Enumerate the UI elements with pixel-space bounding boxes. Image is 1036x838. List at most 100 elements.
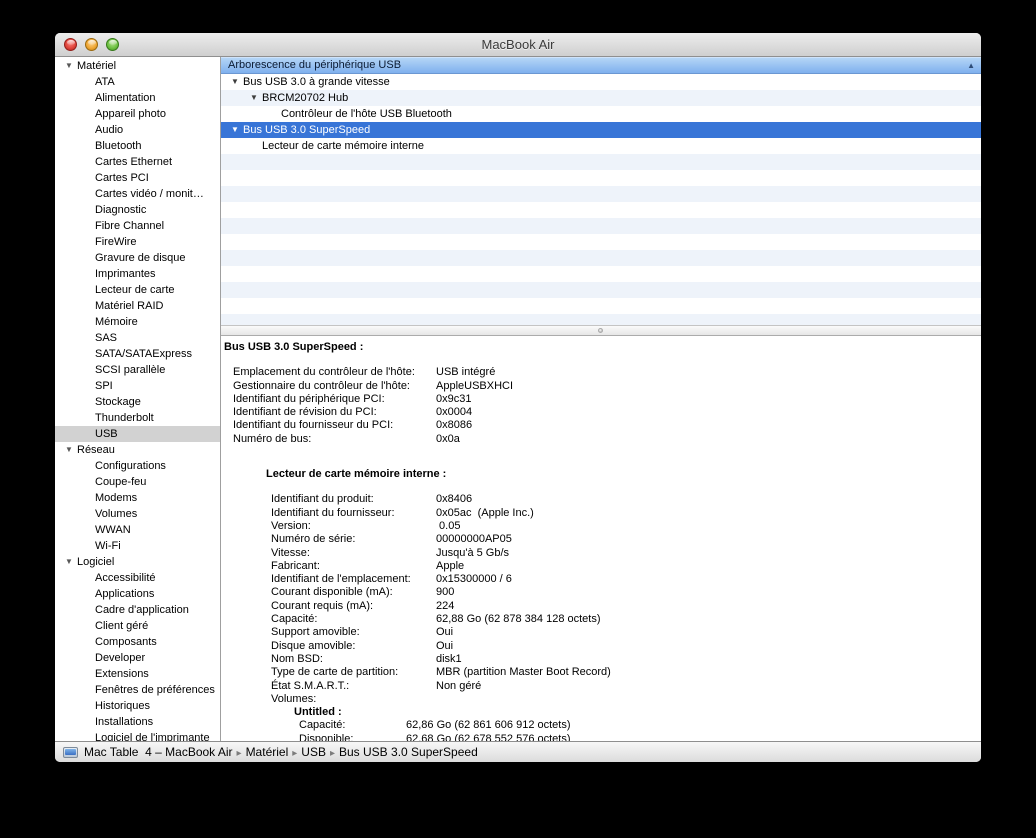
sidebar-item-fibre-channel[interactable]: Fibre Channel	[55, 218, 220, 234]
breadcrumb-segment[interactable]: Matériel	[246, 745, 289, 759]
sidebar-item-sata-sataexpress[interactable]: SATA/SATAExpress	[55, 346, 220, 362]
sidebar-item-spi[interactable]: SPI	[55, 378, 220, 394]
sidebar-item-appareil-photo[interactable]: Appareil photo	[55, 106, 220, 122]
sidebar-item-wi-fi[interactable]: Wi-Fi	[55, 538, 220, 554]
sidebar-item-cartes-vid-o-monit-[interactable]: Cartes vidéo / monit…	[55, 186, 220, 202]
disclosure-triangle-icon[interactable]: ▼	[65, 442, 77, 458]
system-information-window: MacBook Air ▼MatérielATAAlimentationAppa…	[55, 33, 981, 762]
sidebar-item-cartes-pci[interactable]: Cartes PCI	[55, 170, 220, 186]
disclosure-triangle-icon[interactable]: ▼	[250, 90, 262, 106]
sidebar-item-lecteur-de-carte[interactable]: Lecteur de carte	[55, 282, 220, 298]
sidebar-item-gravure-de-disque[interactable]: Gravure de disque	[55, 250, 220, 266]
usb-tree-column-title: Arborescence du périphérique USB	[228, 59, 401, 71]
details-row: Vitesse:Jusqu'à 5 Gb/s	[221, 547, 981, 560]
sidebar-item-accessibilit-[interactable]: Accessibilité	[55, 570, 220, 586]
details-value: AppleUSBXHCI	[436, 380, 513, 393]
sidebar-item-imprimantes[interactable]: Imprimantes	[55, 266, 220, 282]
sidebar-item-audio[interactable]: Audio	[55, 122, 220, 138]
sidebar-item-extensions[interactable]: Extensions	[55, 666, 220, 682]
disclosure-triangle-icon[interactable]: ▼	[231, 122, 243, 138]
details-row: Identifiant du fournisseur du PCI:0x8086	[221, 419, 981, 432]
details-row: Courant requis (mA):224	[221, 600, 981, 613]
details-value: MBR (partition Master Boot Record)	[436, 666, 611, 679]
details-label: Courant disponible (mA):	[271, 586, 436, 599]
usb-tree-column-header[interactable]: Arborescence du périphérique USB ▲	[221, 57, 981, 74]
sidebar-item-historiques[interactable]: Historiques	[55, 698, 220, 714]
details-row: État S.M.A.R.T.:Non géré	[221, 680, 981, 693]
breadcrumb-segment[interactable]: USB	[301, 745, 326, 759]
details-row: Identifiant du produit:0x8406	[221, 493, 981, 506]
sidebar-item-usb[interactable]: USB	[55, 426, 220, 442]
details-value: 224	[436, 600, 454, 613]
details-label: Support amovible:	[271, 626, 436, 639]
sidebar-section-matériel[interactable]: ▼Matériel	[55, 58, 220, 74]
sidebar-item-m-moire[interactable]: Mémoire	[55, 314, 220, 330]
details-row: Capacité:62,88 Go (62 878 384 128 octets…	[221, 613, 981, 626]
details-value: Jusqu'à 5 Gb/s	[436, 547, 509, 560]
sidebar-item-fen-tres-de-pr-f-rences[interactable]: Fenêtres de préférences	[55, 682, 220, 698]
tree-row-bus-usb-3-0-grande-vitesse[interactable]: ▼Bus USB 3.0 à grande vitesse	[221, 74, 981, 90]
details-row: Identifiant de révision du PCI:0x0004	[221, 406, 981, 419]
sidebar-item-coupe-feu[interactable]: Coupe-feu	[55, 474, 220, 490]
title-bar[interactable]: MacBook Air	[55, 33, 981, 57]
details-value: 62,68 Go (62 678 552 576 octets)	[406, 733, 571, 741]
sidebar-section-réseau[interactable]: ▼Réseau	[55, 442, 220, 458]
sidebar-item-cadre-d-application[interactable]: Cadre d'application	[55, 602, 220, 618]
sidebar-item-thunderbolt[interactable]: Thunderbolt	[55, 410, 220, 426]
window-title: MacBook Air	[55, 33, 981, 56]
sidebar-item-scsi-parall-le[interactable]: SCSI parallèle	[55, 362, 220, 378]
details-label: Identifiant du périphérique PCI:	[233, 393, 436, 406]
details-label: Fabricant:	[271, 560, 436, 573]
sidebar-item-volumes[interactable]: Volumes	[55, 506, 220, 522]
sidebar-item-diagnostic[interactable]: Diagnostic	[55, 202, 220, 218]
sidebar-item-ata[interactable]: ATA	[55, 74, 220, 90]
details-row: Emplacement du contrôleur de l'hôte:USB …	[221, 366, 981, 379]
details-label: Gestionnaire du contrôleur de l'hôte:	[233, 380, 436, 393]
sidebar-item-mat-riel-raid[interactable]: Matériel RAID	[55, 298, 220, 314]
sidebar-item-logiciel-de-l-imprimante[interactable]: Logiciel de l'imprimante	[55, 730, 220, 741]
disclosure-triangle-icon[interactable]: ▼	[65, 58, 77, 74]
sidebar-item-developer[interactable]: Developer	[55, 650, 220, 666]
details-value: 00000000AP05	[436, 533, 512, 546]
details-row: Gestionnaire du contrôleur de l'hôte:App…	[221, 380, 981, 393]
sidebar-section-logiciel[interactable]: ▼Logiciel	[55, 554, 220, 570]
sidebar-item-installations[interactable]: Installations	[55, 714, 220, 730]
tree-row-label: Bus USB 3.0 à grande vitesse	[243, 76, 390, 88]
sidebar-item-composants[interactable]: Composants	[55, 634, 220, 650]
computer-icon	[63, 747, 78, 758]
sidebar-item-client-g-r-[interactable]: Client géré	[55, 618, 220, 634]
disclosure-triangle-icon[interactable]: ▼	[231, 74, 243, 90]
details-value: Apple	[436, 560, 464, 573]
sidebar-item-sas[interactable]: SAS	[55, 330, 220, 346]
details-label: Version:	[271, 520, 436, 533]
tree-row-brcm20702-hub[interactable]: ▼BRCM20702 Hub	[221, 90, 981, 106]
sidebar-item-alimentation[interactable]: Alimentation	[55, 90, 220, 106]
sidebar-item-stockage[interactable]: Stockage	[55, 394, 220, 410]
details-value: 0x8086	[436, 419, 472, 432]
details-value: USB intégré	[436, 366, 495, 379]
sidebar-item-configurations[interactable]: Configurations	[55, 458, 220, 474]
sidebar-item-applications[interactable]: Applications	[55, 586, 220, 602]
details-label: Identifiant du fournisseur du PCI:	[233, 419, 436, 432]
tree-row-bus-usb-3-0-superspeed[interactable]: ▼Bus USB 3.0 SuperSpeed	[221, 122, 981, 138]
tree-row-contr-leur-de-l-h-te-usb-bluetooth[interactable]: Contrôleur de l'hôte USB Bluetooth	[221, 106, 981, 122]
disclosure-triangle-icon[interactable]: ▼	[65, 554, 77, 570]
breadcrumb-segment[interactable]: Bus USB 3.0 SuperSpeed	[339, 745, 478, 759]
sidebar-item-firewire[interactable]: FireWire	[55, 234, 220, 250]
sidebar-item-cartes-ethernet[interactable]: Cartes Ethernet	[55, 154, 220, 170]
details-label: Vitesse:	[271, 547, 436, 560]
details-label: Courant requis (mA):	[271, 600, 436, 613]
category-sidebar: ▼MatérielATAAlimentationAppareil photoAu…	[55, 57, 221, 741]
sidebar-item-wwan[interactable]: WWAN	[55, 522, 220, 538]
details-row: Identifiant de l'emplacement:0x15300000 …	[221, 573, 981, 586]
details-section-0: Bus USB 3.0 SuperSpeed :Emplacement du c…	[221, 341, 981, 446]
details-value: 62,88 Go (62 878 384 128 octets)	[436, 613, 601, 626]
tree-row-lecteur-de-carte-m-moire-interne[interactable]: Lecteur de carte mémoire interne	[221, 138, 981, 154]
details-label: Capacité:	[299, 719, 406, 732]
details-row: Support amovible:Oui	[221, 626, 981, 639]
details-label: Nom BSD:	[271, 653, 436, 666]
pane-splitter[interactable]	[221, 325, 981, 336]
details-label: Identifiant de l'emplacement:	[271, 573, 436, 586]
sidebar-item-bluetooth[interactable]: Bluetooth	[55, 138, 220, 154]
sidebar-item-modems[interactable]: Modems	[55, 490, 220, 506]
